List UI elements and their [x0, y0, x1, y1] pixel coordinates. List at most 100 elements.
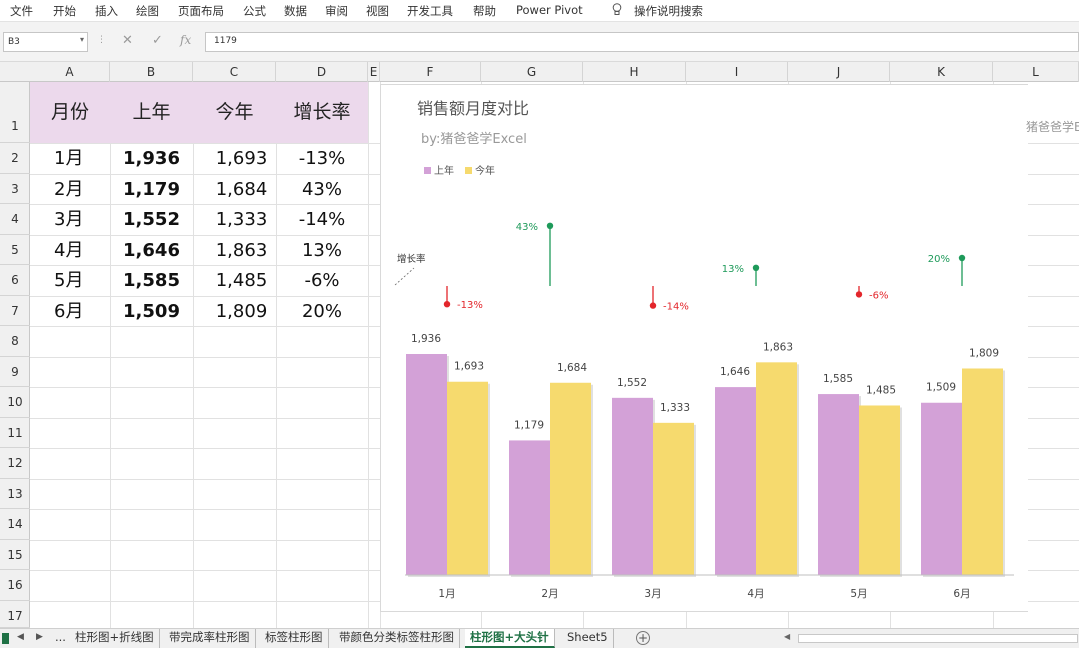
bar-last-year[interactable]: [818, 394, 859, 575]
bar-last-year[interactable]: [509, 440, 550, 575]
prev-sheet-icon[interactable]: ◀: [17, 632, 24, 642]
bar-this-year[interactable]: [550, 382, 591, 575]
growth-pin-head[interactable]: [958, 254, 966, 262]
cell-this-year[interactable]: 1,333: [200, 204, 283, 235]
menu-data[interactable]: 数据: [284, 3, 307, 19]
menu-power-pivot[interactable]: Power Pivot: [516, 3, 583, 17]
row-header-4[interactable]: 4: [0, 204, 30, 235]
growth-pin-head[interactable]: [649, 302, 657, 309]
confirm-icon[interactable]: ✓: [152, 33, 163, 48]
cell-this-year[interactable]: 1,485: [200, 265, 283, 296]
row-header-16[interactable]: 16: [0, 570, 30, 601]
sheet-tab[interactable]: Sheet5: [562, 629, 614, 648]
horizontal-scrollbar[interactable]: ◀: [780, 632, 1079, 645]
cell-month[interactable]: 3月: [54, 204, 83, 235]
menu-page-layout[interactable]: 页面布局: [178, 3, 224, 19]
cell-month[interactable]: 2月: [54, 174, 83, 205]
row-header-15[interactable]: 15: [0, 540, 30, 570]
cell-this-year[interactable]: 1,693: [200, 143, 283, 174]
cell-month[interactable]: 5月: [54, 265, 83, 296]
cell-growth[interactable]: 43%: [276, 174, 368, 205]
column-header-b[interactable]: B: [110, 62, 193, 82]
menu-draw[interactable]: 绘图: [136, 3, 159, 19]
menu-home[interactable]: 开始: [53, 3, 76, 19]
row-header-3[interactable]: 3: [0, 174, 30, 204]
cell-last-year[interactable]: 1,509: [110, 296, 193, 327]
row-header-17[interactable]: 17: [0, 601, 30, 628]
cell-growth[interactable]: -13%: [276, 143, 368, 174]
cell-last-year[interactable]: 1,179: [110, 174, 193, 205]
menu-developer[interactable]: 开发工具: [407, 3, 453, 19]
scrollbar-thumb[interactable]: [798, 634, 1078, 643]
sheet-tab[interactable]: 标签柱形图: [260, 629, 329, 648]
column-header-h[interactable]: H: [583, 62, 686, 82]
menu-file[interactable]: 文件: [10, 3, 33, 19]
menu-insert[interactable]: 插入: [95, 3, 118, 19]
menu-formulas[interactable]: 公式: [243, 3, 266, 19]
row-header-10[interactable]: 10: [0, 387, 30, 418]
sales-comparison-chart[interactable]: 销售额月度对比 by:猪爸爸学Excel 上年 今年 增长率 1,936 1,69…: [380, 84, 1028, 612]
column-header-e[interactable]: E: [368, 62, 380, 82]
header-last-year[interactable]: 上年: [110, 82, 193, 143]
column-header-a[interactable]: A: [30, 62, 110, 82]
row-header-9[interactable]: 9: [0, 357, 30, 387]
formula-input[interactable]: 1179: [205, 32, 1079, 52]
column-header-d[interactable]: D: [276, 62, 368, 82]
header-growth-rate[interactable]: 增长率: [276, 82, 368, 143]
cell-growth[interactable]: -14%: [276, 204, 368, 235]
cell-growth[interactable]: 20%: [276, 296, 368, 327]
cancel-icon[interactable]: ✕: [122, 33, 133, 48]
header-month[interactable]: 月份: [30, 82, 110, 143]
growth-pin-head[interactable]: [443, 301, 451, 308]
more-sheets-button[interactable]: ...: [50, 629, 71, 648]
scroll-left-icon[interactable]: ◀: [784, 632, 790, 641]
menu-help[interactable]: 帮助: [473, 3, 496, 19]
cell-last-year[interactable]: 1,646: [110, 235, 193, 266]
column-header-f[interactable]: F: [380, 62, 481, 82]
bar-last-year[interactable]: [406, 354, 447, 575]
cell-this-year[interactable]: 1,863: [200, 235, 283, 266]
next-sheet-icon[interactable]: ▶: [36, 632, 43, 642]
column-header-g[interactable]: G: [481, 62, 583, 82]
cell-growth[interactable]: -6%: [276, 265, 368, 296]
bar-this-year[interactable]: [653, 422, 694, 575]
bar-last-year[interactable]: [612, 397, 653, 575]
growth-pin-head[interactable]: [546, 222, 554, 229]
column-header-c[interactable]: C: [193, 62, 276, 82]
header-this-year[interactable]: 今年: [193, 82, 276, 143]
growth-pin-head[interactable]: [752, 264, 760, 271]
row-header-13[interactable]: 13: [0, 479, 30, 509]
chart-legend[interactable]: 上年 今年: [424, 164, 495, 177]
chevron-down-icon[interactable]: ▾: [80, 35, 84, 44]
row-header-5[interactable]: 5: [0, 235, 30, 265]
cell-month[interactable]: 1月: [54, 143, 83, 174]
cell-month[interactable]: 6月: [54, 296, 83, 327]
cell-last-year[interactable]: 1,552: [110, 204, 193, 235]
cell-month[interactable]: 4月: [54, 235, 83, 266]
row-header-11[interactable]: 11: [0, 418, 30, 448]
row-header-7[interactable]: 7: [0, 296, 30, 326]
column-header-k[interactable]: K: [890, 62, 993, 82]
add-sheet-button[interactable]: +: [636, 631, 650, 645]
insert-function-icon[interactable]: fx: [180, 33, 191, 47]
cell-last-year[interactable]: 1,585: [110, 265, 193, 296]
row-header-8[interactable]: 8: [0, 326, 30, 357]
row-header-2[interactable]: 2: [0, 143, 30, 174]
bar-this-year[interactable]: [859, 405, 900, 575]
row-header-1[interactable]: 1: [0, 82, 30, 143]
cell-this-year[interactable]: 1,809: [200, 296, 283, 327]
row-header-12[interactable]: 12: [0, 448, 30, 479]
menu-review[interactable]: 审阅: [325, 3, 348, 19]
row-header-6[interactable]: 6: [0, 265, 30, 296]
sheet-tab[interactable]: 柱形图+折线图: [70, 629, 160, 648]
column-header-j[interactable]: J: [788, 62, 890, 82]
column-header-i[interactable]: I: [686, 62, 788, 82]
bar-this-year[interactable]: [447, 381, 488, 575]
name-box[interactable]: B3 ▾: [3, 32, 88, 52]
tell-me-search[interactable]: 操作说明搜索: [634, 3, 703, 19]
sheet-tab[interactable]: 带颜色分类标签柱形图: [334, 629, 460, 648]
cell-this-year[interactable]: 1,684: [200, 174, 283, 205]
cell-growth[interactable]: 13%: [276, 235, 368, 266]
row-header-14[interactable]: 14: [0, 509, 30, 540]
bar-last-year[interactable]: [715, 387, 756, 575]
